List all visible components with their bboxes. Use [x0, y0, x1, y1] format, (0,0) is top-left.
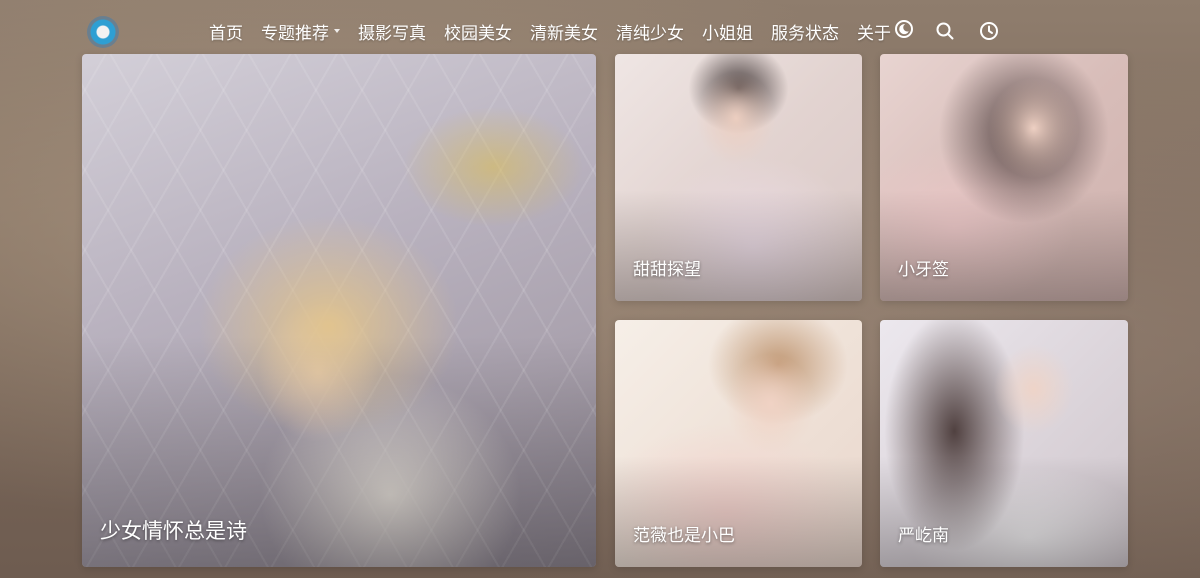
card-caption: 严屹南 [898, 526, 949, 546]
nav-item-fresh[interactable]: 清新美女 [530, 19, 598, 44]
nav-item-label: 关于 [857, 23, 891, 44]
nav-item-miss[interactable]: 小姐姐 [702, 19, 753, 44]
nav-item-about[interactable]: 关于 [857, 19, 914, 44]
nav-item-pure-girl[interactable]: 清纯少女 [616, 19, 684, 44]
gallery-card[interactable]: 严屹南 [880, 320, 1128, 567]
nav-item-label: 摄影写真 [358, 23, 426, 44]
nav-item-photography[interactable]: 摄影写真 [358, 19, 426, 44]
nav-item-service-status[interactable]: 服务状态 [771, 19, 839, 44]
card-overlay [615, 189, 862, 301]
nav-item-label: 服务状态 [771, 23, 839, 44]
card-caption: 甜甜探望 [633, 260, 701, 280]
card-overlay [615, 455, 862, 567]
card-overlay [880, 455, 1128, 567]
moon-icon[interactable] [894, 19, 914, 44]
card-caption: 范薇也是小巴 [633, 526, 735, 546]
nav-item-campus[interactable]: 校园美女 [444, 19, 512, 44]
site-header: 首页 专题推荐 摄影写真 校园美女 清新美女 清纯少女 小姐姐 服务状态 关于 [0, 0, 1200, 54]
card-caption: 少女情怀总是诗 [100, 519, 247, 543]
chevron-down-icon [334, 29, 340, 33]
gallery-card[interactable]: 小牙签 [880, 54, 1128, 301]
nav-item-label: 校园美女 [444, 23, 512, 44]
card-caption: 小牙签 [898, 260, 949, 280]
main-nav: 首页 专题推荐 摄影写真 校园美女 清新美女 清纯少女 小姐姐 服务状态 关于 [200, 0, 1011, 62]
site-logo[interactable] [87, 16, 119, 48]
search-icon[interactable] [935, 21, 955, 41]
featured-card[interactable]: 少女情怀总是诗 [82, 54, 596, 567]
nav-item-label: 清纯少女 [616, 23, 684, 44]
gallery-card[interactable]: 范薇也是小巴 [615, 320, 862, 567]
nav-item-label: 小姐姐 [702, 23, 753, 44]
nav-item-topics[interactable]: 专题推荐 [261, 19, 340, 44]
gallery-card[interactable]: 甜甜探望 [615, 54, 862, 301]
nav-item-label: 专题推荐 [261, 23, 329, 44]
nav-item-label: 清新美女 [530, 23, 598, 44]
card-overlay [880, 189, 1128, 301]
nav-item-home[interactable]: 首页 [209, 19, 243, 44]
clock-icon[interactable] [979, 21, 999, 41]
nav-item-label: 首页 [209, 23, 243, 44]
